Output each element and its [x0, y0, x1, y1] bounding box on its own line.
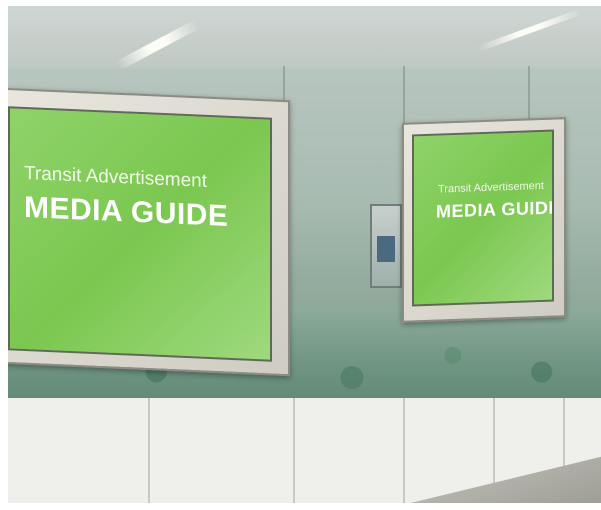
subway-photo: Transit Advertisement MEDIA GUIDE Transi… [8, 6, 601, 503]
ad-title: MEDIA GUIDE [436, 197, 554, 222]
panel-divider [148, 398, 150, 503]
photo-canvas: Transit Advertisement MEDIA GUIDE Transi… [0, 0, 601, 510]
panel-divider [293, 398, 295, 503]
ad-subtitle: Transit Advertisement [24, 162, 208, 192]
intercom-screen [377, 236, 395, 262]
panel-divider [403, 398, 405, 503]
wall-intercom [370, 204, 402, 288]
ad-panel-left: Transit Advertisement MEDIA GUIDE [8, 106, 272, 362]
ad-subtitle: Transit Advertisement [438, 179, 544, 196]
ad-panel-right: Transit Advertisement MEDIA GUIDE [412, 129, 554, 307]
ad-title: MEDIA GUIDE [24, 190, 229, 233]
